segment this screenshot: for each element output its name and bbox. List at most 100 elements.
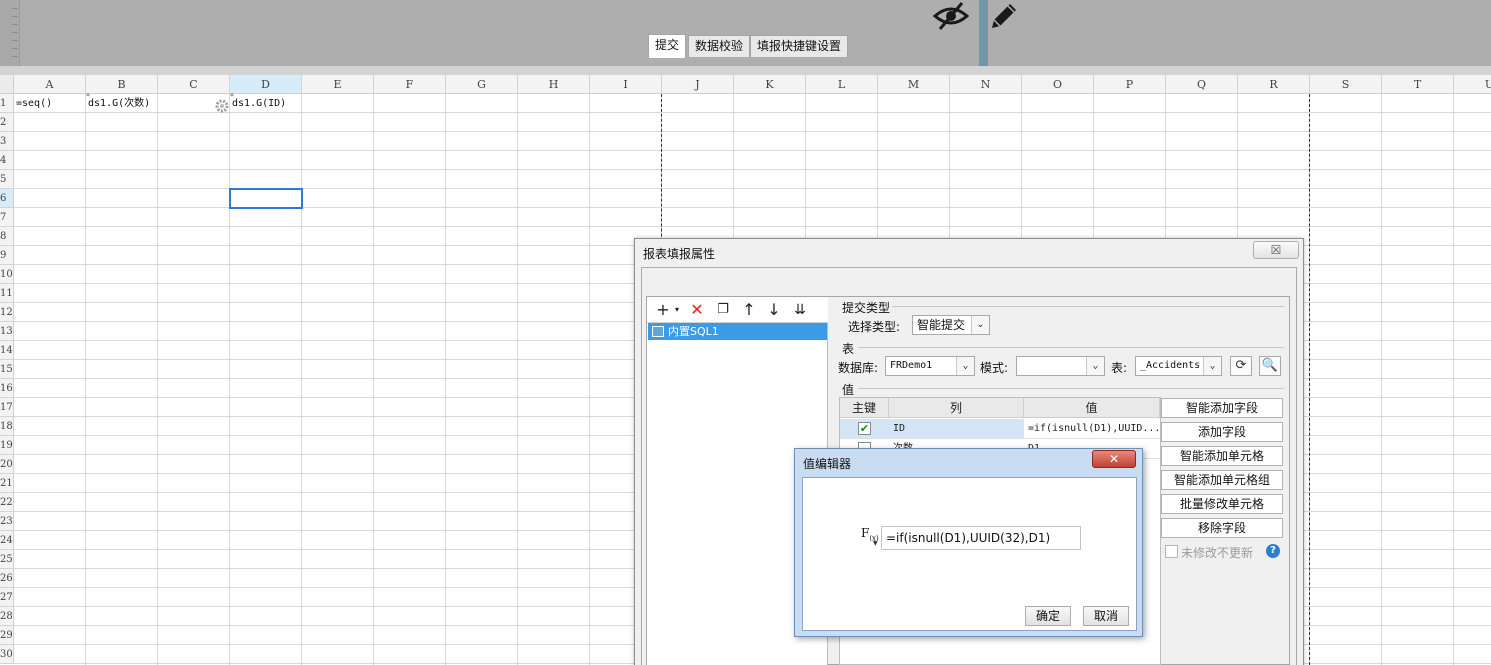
cancel-button[interactable]: 取消 <box>1083 606 1129 626</box>
move-up-icon[interactable]: ↑ <box>739 300 759 320</box>
delete-icon[interactable]: ✕ <box>687 300 707 320</box>
close-button[interactable]: ✕ <box>1092 450 1136 468</box>
column-header[interactable]: B <box>86 75 158 94</box>
row-header[interactable]: 13 <box>0 322 14 341</box>
close-button[interactable]: ☒ <box>1253 241 1299 259</box>
row-header[interactable]: 6 <box>0 189 14 208</box>
row-header[interactable]: 24 <box>0 531 14 550</box>
column-header[interactable]: N <box>950 75 1022 94</box>
chevron-down-icon: ⌄ <box>1086 357 1104 375</box>
table-dropdown[interactable]: _Accidents ⌄ <box>1135 356 1222 376</box>
row-header[interactable]: 21 <box>0 474 14 493</box>
eye-hidden-icon[interactable] <box>932 0 970 32</box>
preview-table-icon[interactable]: 🔍 <box>1259 356 1281 376</box>
remove-field-button[interactable]: 移除字段 <box>1161 518 1283 538</box>
row-header[interactable]: 30 <box>0 645 14 664</box>
select-type-dropdown[interactable]: 智能提交 ⌄ <box>912 315 990 335</box>
pencil-icon[interactable] <box>988 0 1020 32</box>
row-header[interactable]: 1 <box>0 94 14 113</box>
column-header-value[interactable]: 值 <box>1024 398 1160 418</box>
no-update-unmodified-checkbox[interactable] <box>1165 545 1178 558</box>
move-bottom-icon[interactable]: ⇊ <box>790 300 810 320</box>
row-header[interactable]: 2 <box>0 113 14 132</box>
column-header[interactable]: P <box>1094 75 1166 94</box>
column-header[interactable]: U <box>1454 75 1491 94</box>
select-all-corner[interactable] <box>0 75 14 94</box>
panel-divider[interactable] <box>979 0 988 66</box>
column-header[interactable]: J <box>662 75 734 94</box>
row-header[interactable]: 28 <box>0 607 14 626</box>
row-header[interactable]: 10 <box>0 265 14 284</box>
column-header-primary-key[interactable]: 主键 <box>840 398 889 418</box>
row-header[interactable]: 11 <box>0 284 14 303</box>
value-editor-title: 值编辑器 <box>803 457 852 471</box>
add-field-button[interactable]: 添加字段 <box>1161 422 1283 442</box>
row-value[interactable]: =if(isnull(D1),UUID... <box>1024 419 1160 439</box>
formula-input[interactable]: =if(isnull(D1),UUID(32),D1) <box>881 526 1081 550</box>
column-header[interactable]: C <box>158 75 230 94</box>
list-item-builtin-sql[interactable]: 内置SQL1 <box>648 323 827 340</box>
group-divider <box>858 388 1284 389</box>
move-down-icon[interactable]: ↓ <box>764 300 784 320</box>
ok-button[interactable]: 确定 <box>1025 606 1071 626</box>
help-icon[interactable]: ? <box>1266 544 1280 558</box>
row-header[interactable]: 27 <box>0 588 14 607</box>
row-header[interactable]: 5 <box>0 170 14 189</box>
refresh-icon[interactable]: ⟳ <box>1230 356 1252 376</box>
row-header[interactable]: 3 <box>0 132 14 151</box>
cell-d1[interactable]: ds1.G(ID) <box>230 94 302 113</box>
column-header[interactable]: S <box>1310 75 1382 94</box>
database-dropdown[interactable]: FRDemo1 ⌄ <box>885 356 975 376</box>
column-header[interactable]: H <box>518 75 590 94</box>
schema-dropdown[interactable]: ⌄ <box>1016 356 1105 376</box>
row-header[interactable]: 20 <box>0 455 14 474</box>
smart-add-field-button[interactable]: 智能添加字段 <box>1161 398 1283 418</box>
row-header[interactable]: 16 <box>0 379 14 398</box>
dropdown-arrow-icon[interactable]: ▾ <box>667 300 687 320</box>
primary-key-checkbox[interactable]: ✔ <box>858 422 871 435</box>
chevron-down-icon[interactable]: ▼ <box>873 540 878 547</box>
row-header[interactable]: 15 <box>0 360 14 379</box>
column-header[interactable]: G <box>446 75 518 94</box>
value-editor-body: F(x) ▼ =if(isnull(D1),UUID(32),D1) 确定 取消 <box>802 477 1137 631</box>
tab-shortcut-settings[interactable]: 填报快捷键设置 <box>750 35 849 57</box>
column-header[interactable]: L <box>806 75 878 94</box>
column-header[interactable]: R <box>1238 75 1310 94</box>
row-header[interactable]: 7 <box>0 208 14 227</box>
active-cell-d6[interactable] <box>229 188 303 209</box>
row-header[interactable]: 25 <box>0 550 14 569</box>
tab-data-validation[interactable]: 数据校验 <box>688 35 751 57</box>
column-header[interactable]: A <box>14 75 86 94</box>
group-divider <box>858 347 1284 348</box>
column-header[interactable]: I <box>590 75 662 94</box>
cell-b1[interactable]: ds1.G(次数) <box>86 94 158 113</box>
tab-submit[interactable]: 提交 <box>648 34 687 58</box>
row-header[interactable]: 17 <box>0 398 14 417</box>
batch-edit-cells-button[interactable]: 批量修改单元格 <box>1161 494 1283 514</box>
cell-a1[interactable]: =seq() <box>14 94 86 113</box>
row-header[interactable]: 22 <box>0 493 14 512</box>
row-header[interactable]: 14 <box>0 341 14 360</box>
smart-add-cell-button[interactable]: 智能添加单元格 <box>1161 446 1283 466</box>
column-header[interactable]: Q <box>1166 75 1238 94</box>
column-header[interactable]: O <box>1022 75 1094 94</box>
row-header[interactable]: 4 <box>0 151 14 170</box>
column-header-column[interactable]: 列 <box>889 398 1024 418</box>
column-header[interactable]: D <box>230 75 302 94</box>
row-header[interactable]: 8 <box>0 227 14 246</box>
row-header[interactable]: 19 <box>0 436 14 455</box>
row-header[interactable]: 12 <box>0 303 14 322</box>
column-header[interactable]: F <box>374 75 446 94</box>
column-header[interactable]: E <box>302 75 374 94</box>
column-header[interactable]: M <box>878 75 950 94</box>
smart-add-cell-group-button[interactable]: 智能添加单元格组 <box>1161 470 1283 490</box>
copy-icon[interactable]: ❐ <box>713 300 733 320</box>
row-header[interactable]: 18 <box>0 417 14 436</box>
row-header[interactable]: 9 <box>0 246 14 265</box>
column-header[interactable]: K <box>734 75 806 94</box>
column-header[interactable]: T <box>1382 75 1454 94</box>
row-column-name[interactable]: ID <box>889 419 1024 439</box>
row-header[interactable]: 23 <box>0 512 14 531</box>
row-header[interactable]: 29 <box>0 626 14 645</box>
row-header[interactable]: 26 <box>0 569 14 588</box>
